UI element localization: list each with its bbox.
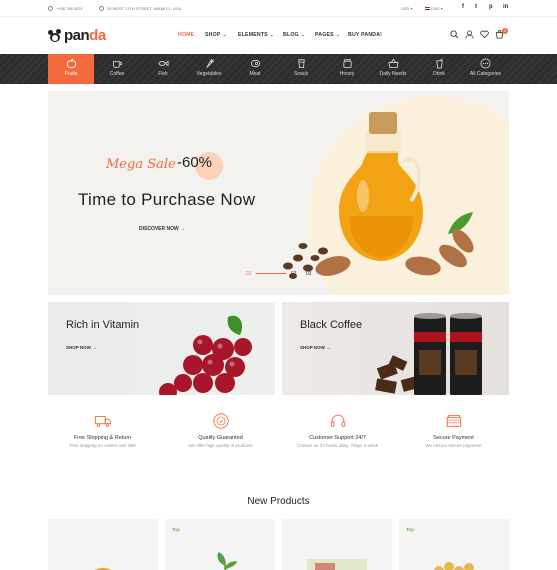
feature-quality: Quality Guaranted We offer high quality … [163,412,278,448]
heart-icon[interactable] [480,30,489,39]
promo-banner-vitamin[interactable]: Rich in Vitamin SHOP NOW → [48,302,275,395]
feature-subtitle: We offer high quality of products [188,443,253,448]
basket-icon [387,58,399,69]
location-pin-icon [99,6,104,12]
honey-jar-icon [342,58,353,69]
nav-home[interactable]: HOME [178,32,194,38]
feature-secure-payment: Secure Payment We ensure secure payment! [396,412,511,448]
category-coffee[interactable]: Coffee [94,54,140,84]
phone-number[interactable]: +456 786 0021 [48,6,83,12]
chevron-down-icon: ⌄ [334,32,340,37]
feature-title: Free Shipping & Return [73,435,132,441]
product-card[interactable] [282,519,392,570]
product-card[interactable]: Top [165,519,275,570]
wallet-icon [446,415,461,427]
feature-title: Customer Support 24/7 [309,435,366,441]
panda-logo-icon [48,29,62,42]
arrow-right-icon: → [180,226,186,232]
nav-blog[interactable]: BLOG ⌄ [283,32,305,38]
category-bar: Fruits Coffee Fish Vegetables Meat Snack… [0,54,557,84]
feature-title: Quality Guaranted [198,435,243,441]
product-image [434,562,474,570]
currency-selector[interactable]: USD ▾ [401,6,413,11]
nav-pages[interactable]: PAGES ⌄ [315,32,340,38]
top-badge: Top [172,527,180,532]
feature-support: Customer Support 24/7 Contact us 24 hour… [280,412,395,448]
feature-free-shipping: Free Shipping & Return Free shipping on … [45,412,160,448]
chevron-down-icon: ⌄ [299,32,305,37]
chevron-down-icon: ⌄ [221,32,227,37]
apple-icon [66,58,77,69]
store-address: 25 WEST 21TH STREET, MIAMI FL, USA [99,6,181,12]
arrow-right-icon: → [326,345,331,350]
slide-dot-1[interactable]: 01 [246,271,252,277]
top-badge: Top [406,527,414,532]
logo-text: panda [64,27,106,44]
product-card[interactable]: Top [399,519,509,570]
carrot-icon [204,58,215,69]
promo-banner-coffee[interactable]: Black Coffee SHOP NOW → [282,302,509,395]
user-icon[interactable] [465,30,474,39]
category-fruits[interactable]: Fruits [48,54,94,84]
product-image [95,568,111,570]
discover-now-button[interactable]: DISCOVER NOW → [139,226,185,232]
feature-title: Secure Payment [433,435,474,441]
main-header: panda HOME SHOP ⌄ ELEMENTS ⌄ BLOG ⌄ PAGE… [0,17,557,54]
truck-icon [94,416,111,427]
feature-subtitle: Contact us 24 hours aday, 7days a week [297,443,378,448]
slide-dot-2[interactable]: 02 [291,271,297,277]
product-image [307,559,367,570]
search-icon[interactable] [450,30,459,39]
category-drink[interactable]: Drink [416,54,462,84]
headset-icon [330,414,345,427]
pinterest-icon[interactable]: p [489,4,493,10]
site-logo[interactable]: panda [48,27,106,44]
fish-icon [157,58,169,69]
top-bar: +456 786 0021 25 WEST 21TH STREET, MIAMI… [0,0,557,17]
drink-icon [434,58,445,69]
honey-jar-image [283,112,474,279]
cart-count-badge: 0 [502,28,508,34]
us-flag-icon [425,7,430,11]
meat-icon [250,58,261,69]
category-all[interactable]: All Categories [462,54,509,84]
category-honey[interactable]: Honey [324,54,370,84]
nav-buy-panda[interactable]: BUY PANDA! [348,32,382,38]
hero-slider: Mega Sale -60% Time to Purchase Now DISC… [48,91,509,295]
snack-icon [296,58,307,69]
cranberries-image [159,315,252,395]
category-snack[interactable]: Snack [278,54,324,84]
linkedin-icon[interactable]: in [503,4,508,10]
product-image [217,551,238,570]
hero-title: Time to Purchase Now [78,190,256,209]
category-fish[interactable]: Fish [140,54,186,84]
quality-badge-icon [212,413,229,429]
category-daily-needs[interactable]: Daily Needs [370,54,416,84]
feature-subtitle: We ensure secure payment! [425,443,482,448]
category-meat[interactable]: Meat [232,54,278,84]
more-icon [480,58,491,69]
facebook-icon[interactable]: f [462,4,464,10]
shop-now-link[interactable]: SHOP NOW → [300,345,331,350]
arrow-right-icon: → [92,345,97,350]
slide-dot-3[interactable]: 03 [306,271,312,277]
category-vegetables[interactable]: Vegetables [186,54,232,84]
coffee-cup-icon [112,58,123,69]
shop-now-link[interactable]: SHOP NOW → [66,345,97,350]
new-products-heading: New Products [247,496,310,507]
slider-pagination: 01 02 03 [246,271,311,277]
coffee-cans-image [375,313,482,395]
promo-title: Black Coffee [300,319,363,331]
nav-shop[interactable]: SHOP ⌄ [205,32,226,38]
language-selector[interactable]: ENG ▾ [425,6,443,11]
chevron-down-icon: ⌄ [268,32,274,37]
feature-subtitle: Free shipping on orders over $99 [69,443,136,448]
phone-icon [48,6,53,12]
twitter-icon[interactable]: t [475,4,477,10]
hero-mega-sale: Mega Sale [106,157,176,172]
hero-discount: -60% [177,154,213,171]
product-card[interactable] [48,519,158,570]
promo-title: Rich in Vitamin [66,319,140,331]
nav-elements[interactable]: ELEMENTS ⌄ [238,32,274,38]
